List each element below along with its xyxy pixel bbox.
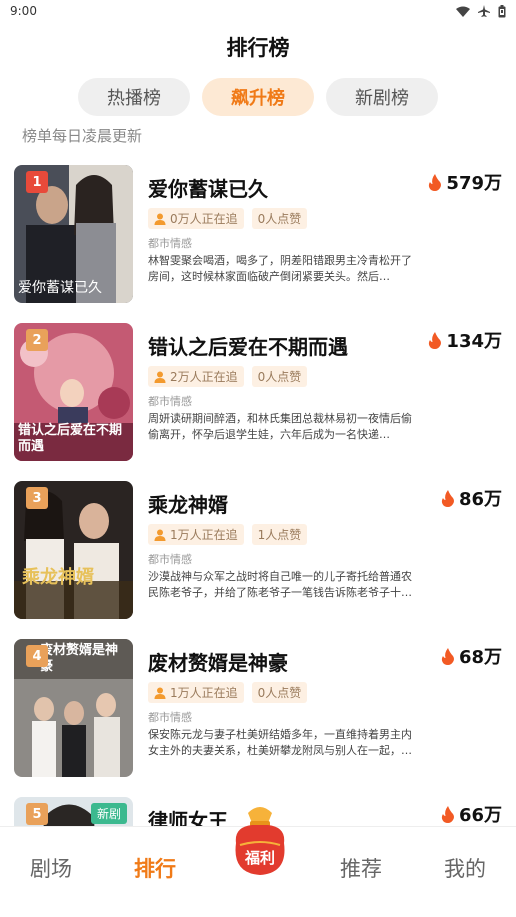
cover-image[interactable]: 爱你蓄谋已久 1 — [14, 165, 133, 303]
status-time: 9:00 — [10, 4, 37, 18]
stats-tags: 0万人正在追 0人点赞 — [148, 208, 308, 229]
genre-label: 都市情感 — [148, 237, 192, 250]
likes-text: 0人点赞 — [257, 370, 302, 384]
cover-title-art: 错认之后爱在不期而遇 — [18, 423, 123, 454]
list-item[interactable]: 错认之后爱在不期而遇 2 错认之后爱在不期而遇 134万 2万人正在追 0人点赞… — [14, 323, 504, 481]
rank-badge: 3 — [26, 487, 48, 509]
cover-image[interactable]: 错认之后爱在不期而遇 2 — [14, 323, 133, 461]
heat-score: 134万 — [428, 327, 502, 353]
person-icon — [154, 213, 166, 225]
ranking-list: 爱你蓄谋已久 1 爱你蓄谋已久 579万 0万人正在追 0人点赞 都市情感 林智… — [14, 165, 504, 826]
genre-label: 都市情感 — [148, 711, 192, 724]
heat-value: 86万 — [458, 489, 502, 510]
nav-ranking[interactable]: 排行 — [134, 853, 176, 883]
fire-icon — [429, 173, 442, 191]
likes-text: 0人点赞 — [257, 686, 302, 700]
followers-text: 0万人正在追 — [170, 212, 238, 226]
heat-value: 66万 — [458, 805, 502, 826]
tab-hot[interactable]: 热播榜 — [78, 78, 190, 116]
nav-recommend[interactable]: 推荐 — [340, 853, 382, 883]
lucky-bag-icon — [235, 807, 285, 875]
drama-title[interactable]: 废材赘婿是神豪 — [148, 647, 288, 676]
nav-mine[interactable]: 我的 — [444, 853, 486, 883]
genre-label: 都市情感 — [148, 553, 192, 566]
update-note: 榜单每日凌晨更新 — [22, 127, 143, 145]
rank-badge: 2 — [26, 329, 48, 351]
new-drama-badge: 新剧 — [90, 803, 127, 824]
stats-tags: 1万人正在追 0人点赞 — [148, 682, 308, 703]
genre-label: 都市情感 — [148, 395, 192, 408]
drama-title[interactable]: 错认之后爱在不期而遇 — [148, 331, 348, 360]
cover-image[interactable]: 5 新剧 — [14, 797, 133, 826]
followers-tag: 2万人正在追 — [148, 366, 244, 387]
list-item[interactable]: 爱你蓄谋已久 1 爱你蓄谋已久 579万 0万人正在追 0人点赞 都市情感 林智… — [14, 165, 504, 323]
likes-tag: 0人点赞 — [251, 208, 308, 229]
heat-score: 579万 — [428, 169, 502, 195]
likes-tag: 0人点赞 — [251, 682, 308, 703]
heat-value: 579万 — [446, 173, 502, 194]
heat-score: 66万 — [441, 801, 502, 826]
list-item[interactable]: 乘龙神婿 3 乘龙神婿 86万 1万人正在追 1人点赞 都市情感 沙漠战神与众军… — [14, 481, 504, 639]
bottom-nav: 剧场 排行 福利 推荐 我的 — [0, 807, 516, 917]
welfare-label: 福利 — [244, 849, 275, 867]
cover-title-art: 爱你蓄谋已久 — [18, 280, 102, 296]
followers-text: 1万人正在追 — [170, 686, 238, 700]
heat-score: 86万 — [441, 485, 502, 511]
drama-description: 保安陈元龙与妻子杜美妍结婚多年，一直维持着男主内女主外的夫妻关系，杜美妍攀龙附凤… — [148, 728, 412, 757]
rank-badge: 5 — [26, 803, 48, 825]
likes-text: 1人点赞 — [257, 528, 302, 542]
tab-rising[interactable]: 飙升榜 — [202, 78, 314, 116]
followers-text: 1万人正在追 — [170, 528, 238, 542]
tab-new[interactable]: 新剧榜 — [326, 78, 438, 116]
drama-description: 周妍读研期间醉酒，和林氏集团总裁林易初一夜情后偷偷离开，怀孕后退学生娃，六年后成… — [148, 412, 412, 441]
tab-bar: 热播榜 飙升榜 新剧榜 — [0, 78, 516, 116]
fire-icon — [429, 331, 442, 349]
drama-description: 林智雯聚会喝酒，喝多了，阴差阳错跟男主冷青松开了房间，这时候林家面临破产倒闭紧要… — [148, 254, 412, 283]
cover-image[interactable]: 废材赘婿是神豪 4 — [14, 639, 133, 777]
followers-tag: 1万人正在追 — [148, 682, 244, 703]
drama-title[interactable]: 爱你蓄谋已久 — [148, 173, 268, 202]
nav-theater[interactable]: 剧场 — [30, 853, 72, 883]
wifi-icon — [456, 6, 470, 17]
cover-title-art: 废材赘婿是神豪 — [40, 643, 119, 674]
fire-icon — [441, 805, 454, 823]
followers-text: 2万人正在追 — [170, 370, 238, 384]
heat-score: 68万 — [441, 643, 502, 669]
drama-title[interactable]: 乘龙神婿 — [148, 489, 228, 518]
person-icon — [154, 529, 166, 541]
fire-icon — [441, 647, 454, 665]
person-icon — [154, 371, 166, 383]
battery-icon — [498, 4, 506, 17]
cover-image[interactable]: 乘龙神婿 3 — [14, 481, 133, 619]
heat-value: 68万 — [458, 647, 502, 668]
likes-tag: 0人点赞 — [251, 366, 308, 387]
likes-tag: 1人点赞 — [251, 524, 308, 545]
page-title: 排行榜 — [226, 36, 290, 60]
likes-text: 0人点赞 — [257, 212, 302, 226]
person-icon — [154, 687, 166, 699]
rank-badge: 4 — [26, 645, 48, 667]
status-bar: 9:00 — [0, 0, 516, 22]
airplane-icon — [478, 5, 490, 17]
list-item[interactable]: 废材赘婿是神豪 4 废材赘婿是神豪 68万 1万人正在追 0人点赞 都市情感 保… — [14, 639, 504, 797]
cover-title-art: 乘龙神婿 — [22, 567, 94, 588]
followers-tag: 0万人正在追 — [148, 208, 244, 229]
drama-description: 沙漠战神与众军之战时将自己唯一的儿子寄托给普通农民陈老爷子，并给了陈老爷子一笔钱… — [148, 570, 412, 599]
nav-welfare[interactable]: 福利 — [226, 803, 294, 883]
stats-tags: 2万人正在追 0人点赞 — [148, 366, 308, 387]
drama-title[interactable]: 律师女王 — [148, 805, 228, 826]
followers-tag: 1万人正在追 — [148, 524, 244, 545]
heat-value: 134万 — [446, 331, 502, 352]
rank-badge: 1 — [26, 171, 48, 193]
fire-icon — [441, 489, 454, 507]
status-icons — [456, 4, 506, 18]
stats-tags: 1万人正在追 1人点赞 — [148, 524, 308, 545]
